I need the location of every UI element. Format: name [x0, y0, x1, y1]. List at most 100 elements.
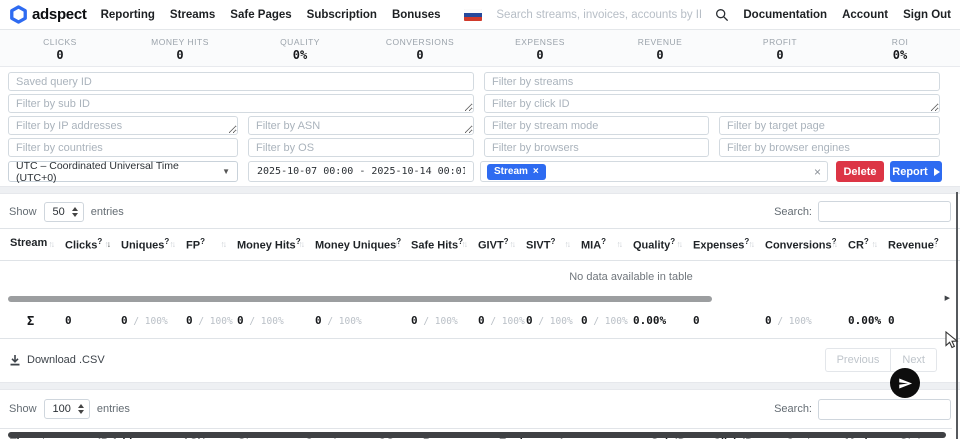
nav-item-reporting[interactable]: Reporting — [101, 9, 155, 21]
column-header-fp[interactable]: FP?↑↓ — [176, 229, 227, 260]
help-tooltip-icon[interactable]: ? — [670, 237, 675, 246]
column-header-mia[interactable]: MIA?↑↓ — [571, 229, 623, 260]
group-by-multiselect[interactable]: Stream × × — [480, 161, 828, 182]
filter-browsers-input[interactable] — [484, 138, 709, 157]
column-header-safe-hits[interactable]: Safe Hits?↑↓ — [401, 229, 468, 260]
column-header-quality[interactable]: Quality?↑↓ — [623, 229, 683, 260]
filter-os-input[interactable] — [248, 138, 474, 157]
column-header-conversions[interactable]: Conversions?↑↓ — [755, 229, 838, 260]
adspect-logo[interactable]: adspect — [9, 5, 87, 24]
sum-cell: Σ — [0, 304, 55, 338]
clicks-table-search-input[interactable] — [818, 399, 951, 420]
sum-value: 0.00% — [633, 314, 666, 327]
column-label: GIVT — [478, 240, 504, 252]
play-icon — [934, 168, 940, 176]
sort-icon[interactable]: ↑↓ — [462, 239, 467, 249]
date-range-input[interactable] — [248, 161, 474, 182]
report-table-search-input[interactable] — [818, 201, 951, 222]
header-link-account[interactable]: Account — [842, 9, 888, 21]
sum-value: 0 — [315, 314, 322, 327]
scroll-right-arrow-icon[interactable]: ▶ — [945, 294, 950, 302]
sort-icon[interactable]: ↑↓ — [617, 239, 622, 249]
select-stepper-icon-2 — [78, 404, 84, 414]
select-stepper-icon — [72, 207, 78, 217]
filter-target-page-input[interactable] — [719, 116, 940, 135]
sort-down-arrow: ↓ — [834, 239, 836, 249]
stream-tag-remove-icon[interactable]: × — [533, 166, 539, 178]
column-label: SIVT — [526, 240, 550, 252]
russian-flag-icon[interactable] — [464, 9, 482, 21]
help-tooltip-icon[interactable]: ? — [864, 237, 869, 246]
column-header-cr[interactable]: CR?↑↓ — [838, 229, 878, 260]
sum-value: 0 — [693, 314, 700, 327]
sort-icon[interactable]: ↑↓ — [170, 239, 175, 249]
column-header-uniques[interactable]: Uniques?↑↓ — [111, 229, 176, 260]
report-page-size-select[interactable]: 50 — [44, 202, 84, 222]
global-search-input[interactable] — [496, 9, 701, 21]
sum-value: 0 — [581, 314, 588, 327]
delete-button[interactable]: Delete — [836, 161, 884, 182]
search-icon[interactable] — [715, 8, 729, 22]
sort-icon[interactable]: ↑↓ — [221, 239, 226, 249]
filter-sub-id-textarea[interactable] — [8, 94, 474, 113]
sort-icon[interactable]: ↑↓ — [872, 239, 877, 249]
header-link-documentation[interactable]: Documentation — [743, 9, 827, 21]
help-tooltip-icon[interactable]: ? — [504, 237, 509, 246]
sort-icon[interactable]: ↑↓ — [105, 239, 110, 249]
filter-asn-textarea[interactable] — [248, 116, 474, 135]
sort-icon[interactable]: ↑↓ — [299, 239, 304, 249]
column-header-clicks[interactable]: Clicks?↑↓ — [55, 229, 111, 260]
column-header-expenses[interactable]: Expenses?↑↓ — [683, 229, 755, 260]
report-button[interactable]: Report — [890, 161, 942, 182]
download-csv-link[interactable]: Download .CSV — [9, 354, 105, 366]
sort-down-arrow: ↓ — [679, 239, 681, 249]
column-header-revenue[interactable]: Revenue?↑↓ — [878, 229, 938, 260]
nav-item-safe-pages[interactable]: Safe Pages — [230, 9, 291, 21]
header-link-sign-out[interactable]: Sign Out — [903, 9, 951, 21]
help-tooltip-icon[interactable]: ? — [97, 237, 102, 246]
column-header-money-hits[interactable]: Money Hits?↑↓ — [227, 229, 305, 260]
sort-icon[interactable]: ↑↓ — [749, 239, 754, 249]
sort-icon[interactable]: ↑↓ — [832, 239, 837, 249]
filter-ip-addresses-textarea[interactable] — [8, 116, 238, 135]
sort-icon[interactable]: ↑↓ — [510, 239, 515, 249]
timezone-select[interactable]: UTC – Coordinated Universal Time (UTC+0)… — [8, 161, 238, 182]
telegram-chat-button[interactable] — [890, 368, 920, 398]
help-tooltip-icon[interactable]: ? — [601, 237, 606, 246]
sort-icon[interactable]: ↑↓ — [395, 239, 400, 249]
filter-browser-engines-input[interactable] — [719, 138, 940, 157]
clicks-page-size-select[interactable]: 100 — [44, 399, 90, 419]
sort-icon[interactable]: ↑↓ — [677, 239, 682, 249]
column-header-sivt[interactable]: SIVT? ↑↓ — [516, 229, 571, 260]
filter-click-id-textarea[interactable] — [484, 94, 940, 113]
multiselect-clear-icon[interactable]: × — [814, 167, 821, 177]
nav-item-streams[interactable]: Streams — [170, 9, 215, 21]
entries-label-2: entries — [97, 403, 130, 415]
saved-query-id-input[interactable] — [8, 72, 474, 91]
help-tooltip-icon[interactable]: ? — [200, 237, 205, 246]
hscrollbar-thumb[interactable] — [8, 296, 712, 302]
logo-text: adspect — [32, 6, 87, 23]
filter-streams-input[interactable] — [484, 72, 940, 91]
help-tooltip-icon[interactable]: ? — [550, 237, 555, 246]
stream-tag[interactable]: Stream × — [487, 164, 546, 180]
sort-icon[interactable]: ↑↓ — [932, 239, 937, 249]
clicks-table-hscrollbar[interactable] — [8, 432, 946, 438]
nav-item-bonuses[interactable]: Bonuses — [392, 9, 441, 21]
column-label: Revenue — [888, 240, 934, 252]
vertical-scrollbar[interactable] — [956, 192, 958, 439]
column-header-money-uniques[interactable]: Money Uniques?↑↓ — [305, 229, 401, 260]
nav-item-subscription[interactable]: Subscription — [307, 9, 377, 21]
sort-icon[interactable]: ↑↓ — [49, 239, 54, 249]
sum-cell: 0.00% — [838, 304, 878, 337]
clicks-search-label: Search: — [774, 403, 812, 415]
next-page-button[interactable]: Next — [890, 348, 937, 372]
sort-icon[interactable]: ↑↓ — [565, 239, 570, 249]
column-header-givt[interactable]: GIVT?↑↓ — [468, 229, 516, 260]
filter-stream-mode-input[interactable] — [484, 116, 709, 135]
previous-page-button[interactable]: Previous — [825, 348, 891, 372]
report-table-hscrollbar[interactable]: ▶ — [8, 296, 952, 303]
filter-countries-input[interactable] — [8, 138, 238, 157]
sort-down-arrow: ↓ — [223, 239, 225, 249]
column-header-stream[interactable]: Stream↑↓ — [0, 229, 55, 260]
